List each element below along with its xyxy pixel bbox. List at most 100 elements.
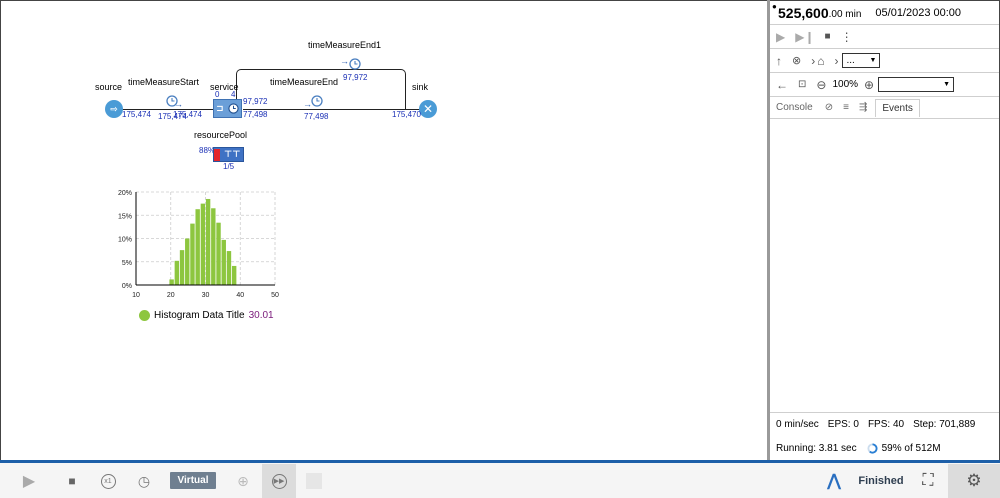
service-count-in: 175,474 <box>173 110 202 119</box>
time-measure-end1-count: 97,972 <box>343 73 368 82</box>
x-tick-label: 10 <box>132 292 140 299</box>
service-out-top-count: 97,972 <box>243 97 268 106</box>
nav-home-icon[interactable]: ⌂ <box>817 54 824 68</box>
console-area[interactable] <box>770 119 999 409</box>
panel-time-row: ● 525,600 .00 min 05/01/2023 00:00 <box>770 1 999 25</box>
add-speed-button[interactable]: ⊕ <box>232 469 254 493</box>
time-measure-end1-arrow-icon: → <box>340 56 349 66</box>
x-tick-label: 30 <box>202 292 210 299</box>
source-arrow-icon: ⇨ <box>110 103 118 114</box>
x-tick-label: 40 <box>236 292 244 299</box>
nav-chevron-icon: › <box>811 53 816 68</box>
finished-label: Finished <box>858 475 904 487</box>
fast-forward-icon: ▶▶ <box>271 473 287 489</box>
stop-button[interactable]: ■ <box>62 469 82 493</box>
list-icon[interactable]: ≡ <box>843 102 849 113</box>
status-fps: FPS: 40 <box>867 419 905 430</box>
service-block[interactable]: ⊐ <box>213 99 242 118</box>
chevron-down-icon: ▼ <box>869 57 877 64</box>
x-tick-label: 50 <box>271 292 279 299</box>
developer-panel: ● 525,600 .00 min 05/01/2023 00:00 ▶ ▶❙ … <box>770 0 1000 460</box>
model-canvas[interactable]: source ⇨ 175,474 timeMeasureStart → 175,… <box>0 0 767 460</box>
histogram-bar <box>190 223 195 285</box>
virtual-mode-button[interactable]: Virtual <box>170 472 216 489</box>
histogram-legend-label: Histogram Data Title <box>154 310 245 321</box>
zoom-out-icon[interactable]: ⊖ <box>816 78 826 92</box>
resource-pool-utilization-bar <box>214 149 220 161</box>
histogram-legend: Histogram Data Title 30.01 <box>139 310 274 321</box>
model-date: 05/01/2023 00:00 <box>875 6 962 19</box>
logo-icon: ⋀ <box>826 471 842 490</box>
status-speed: 0 min/sec <box>776 419 819 430</box>
panel-nav-row: ↑ ⊗ › ⌂ › ... ▼ <box>770 49 999 73</box>
sink-label: sink <box>412 82 429 92</box>
add-timer-icon: ⊕ <box>237 472 249 489</box>
histogram-bar <box>174 260 180 285</box>
status-eps: EPS: 0 <box>827 419 859 430</box>
histogram-bar <box>226 251 232 285</box>
fast-forward-button[interactable]: ▶▶ <box>262 464 296 498</box>
histogram-bar <box>179 250 185 285</box>
y-tick-label: 10% <box>118 237 132 244</box>
resource-pool-people-icon: ⊤⊤ <box>224 149 241 159</box>
status-row-2: Running: 3.81 sec 59% of 512M <box>770 436 999 460</box>
panel-tabs-row: Console ⊘ ≡ ⇶ Events <box>770 97 999 119</box>
breadcrumb-select[interactable]: ... ▼ <box>842 53 881 68</box>
histogram-bar <box>211 208 216 285</box>
panel-run-icon[interactable]: ▶ <box>776 30 785 44</box>
zoom-in-icon[interactable]: ⊕ <box>864 78 874 92</box>
zoom-fit-icon[interactable]: ⊡ <box>798 79 806 90</box>
fullscreen-icon: ⛶ <box>922 472 934 489</box>
tab-events[interactable]: Events <box>875 98 920 117</box>
panel-step-icon[interactable]: ▶❙ <box>795 30 814 44</box>
histogram-bar <box>216 222 221 285</box>
clear-console-icon[interactable]: ⊘ <box>825 102 833 113</box>
histogram-chart: 0% 5% 10% 15% 20% 10 20 30 40 50 <box>118 190 279 299</box>
status-running: Running: 3.81 sec <box>776 442 857 454</box>
panel-stop-icon[interactable]: ■ <box>825 31 831 42</box>
resource-pool-label: resourcePool <box>194 130 248 140</box>
play-icon: ▶ <box>22 473 36 490</box>
nav-chevron2-icon: › <box>834 53 839 68</box>
time-measure-end1-clock-icon[interactable] <box>349 58 361 70</box>
histogram-bar <box>169 279 174 285</box>
panel-more-icon[interactable]: ⋮ <box>841 30 853 44</box>
run-button[interactable]: ▶ <box>18 469 40 493</box>
stop-icon: ■ <box>68 474 76 488</box>
histogram-legend-swatch <box>139 310 150 321</box>
time-measure-end-label: timeMeasureEnd <box>270 77 339 87</box>
y-tick-label: 0% <box>122 283 132 290</box>
settings-button[interactable]: ⚙ <box>948 464 1000 498</box>
resource-pool-block[interactable]: ⊤⊤ <box>213 147 244 162</box>
finished-status: Finished <box>854 469 908 493</box>
histogram-legend-value: 30.01 <box>248 310 274 321</box>
nav-back-icon[interactable]: ← <box>776 78 788 92</box>
fullscreen-button[interactable]: ⛶ <box>916 469 940 493</box>
view-select[interactable]: ▼ <box>878 77 955 92</box>
zoom-level: 100% <box>832 79 859 90</box>
time-measure-start-label: timeMeasureStart <box>128 77 200 87</box>
chevron-down-icon: ▼ <box>943 81 951 88</box>
sink-block[interactable]: ✕ <box>419 100 437 118</box>
wrap-icon[interactable]: ⇶ <box>859 102 867 113</box>
nav-up-icon[interactable]: ↑ <box>776 54 782 68</box>
blank-button[interactable] <box>306 473 322 489</box>
histogram-bar <box>200 203 206 285</box>
service-queue-icon: ⊐ <box>216 103 224 113</box>
histogram-bar <box>185 238 190 285</box>
realtime-button[interactable]: ◷ <box>133 469 155 493</box>
time-measure-end-clock-icon[interactable] <box>311 95 323 107</box>
panel-dot-icon: ● <box>772 2 777 11</box>
histogram-bar <box>195 209 200 285</box>
y-tick-label: 20% <box>118 190 132 197</box>
histogram-bar <box>205 198 211 285</box>
panel-zoom-row: ← ⊡ ⊖ 100% ⊕ ▼ <box>770 73 999 97</box>
tab-console[interactable]: Console <box>776 102 813 113</box>
service-clock-icon <box>228 103 239 114</box>
source-block[interactable]: ⇨ <box>105 100 123 118</box>
breadcrumb-select-value: ... <box>846 55 855 66</box>
nav-cancel-icon[interactable]: ⊗ <box>792 54 801 67</box>
model-time-value: 525,600 <box>778 4 829 21</box>
status-step: Step: 701,889 <box>913 419 976 430</box>
speed-button[interactable]: x1 <box>97 469 119 493</box>
